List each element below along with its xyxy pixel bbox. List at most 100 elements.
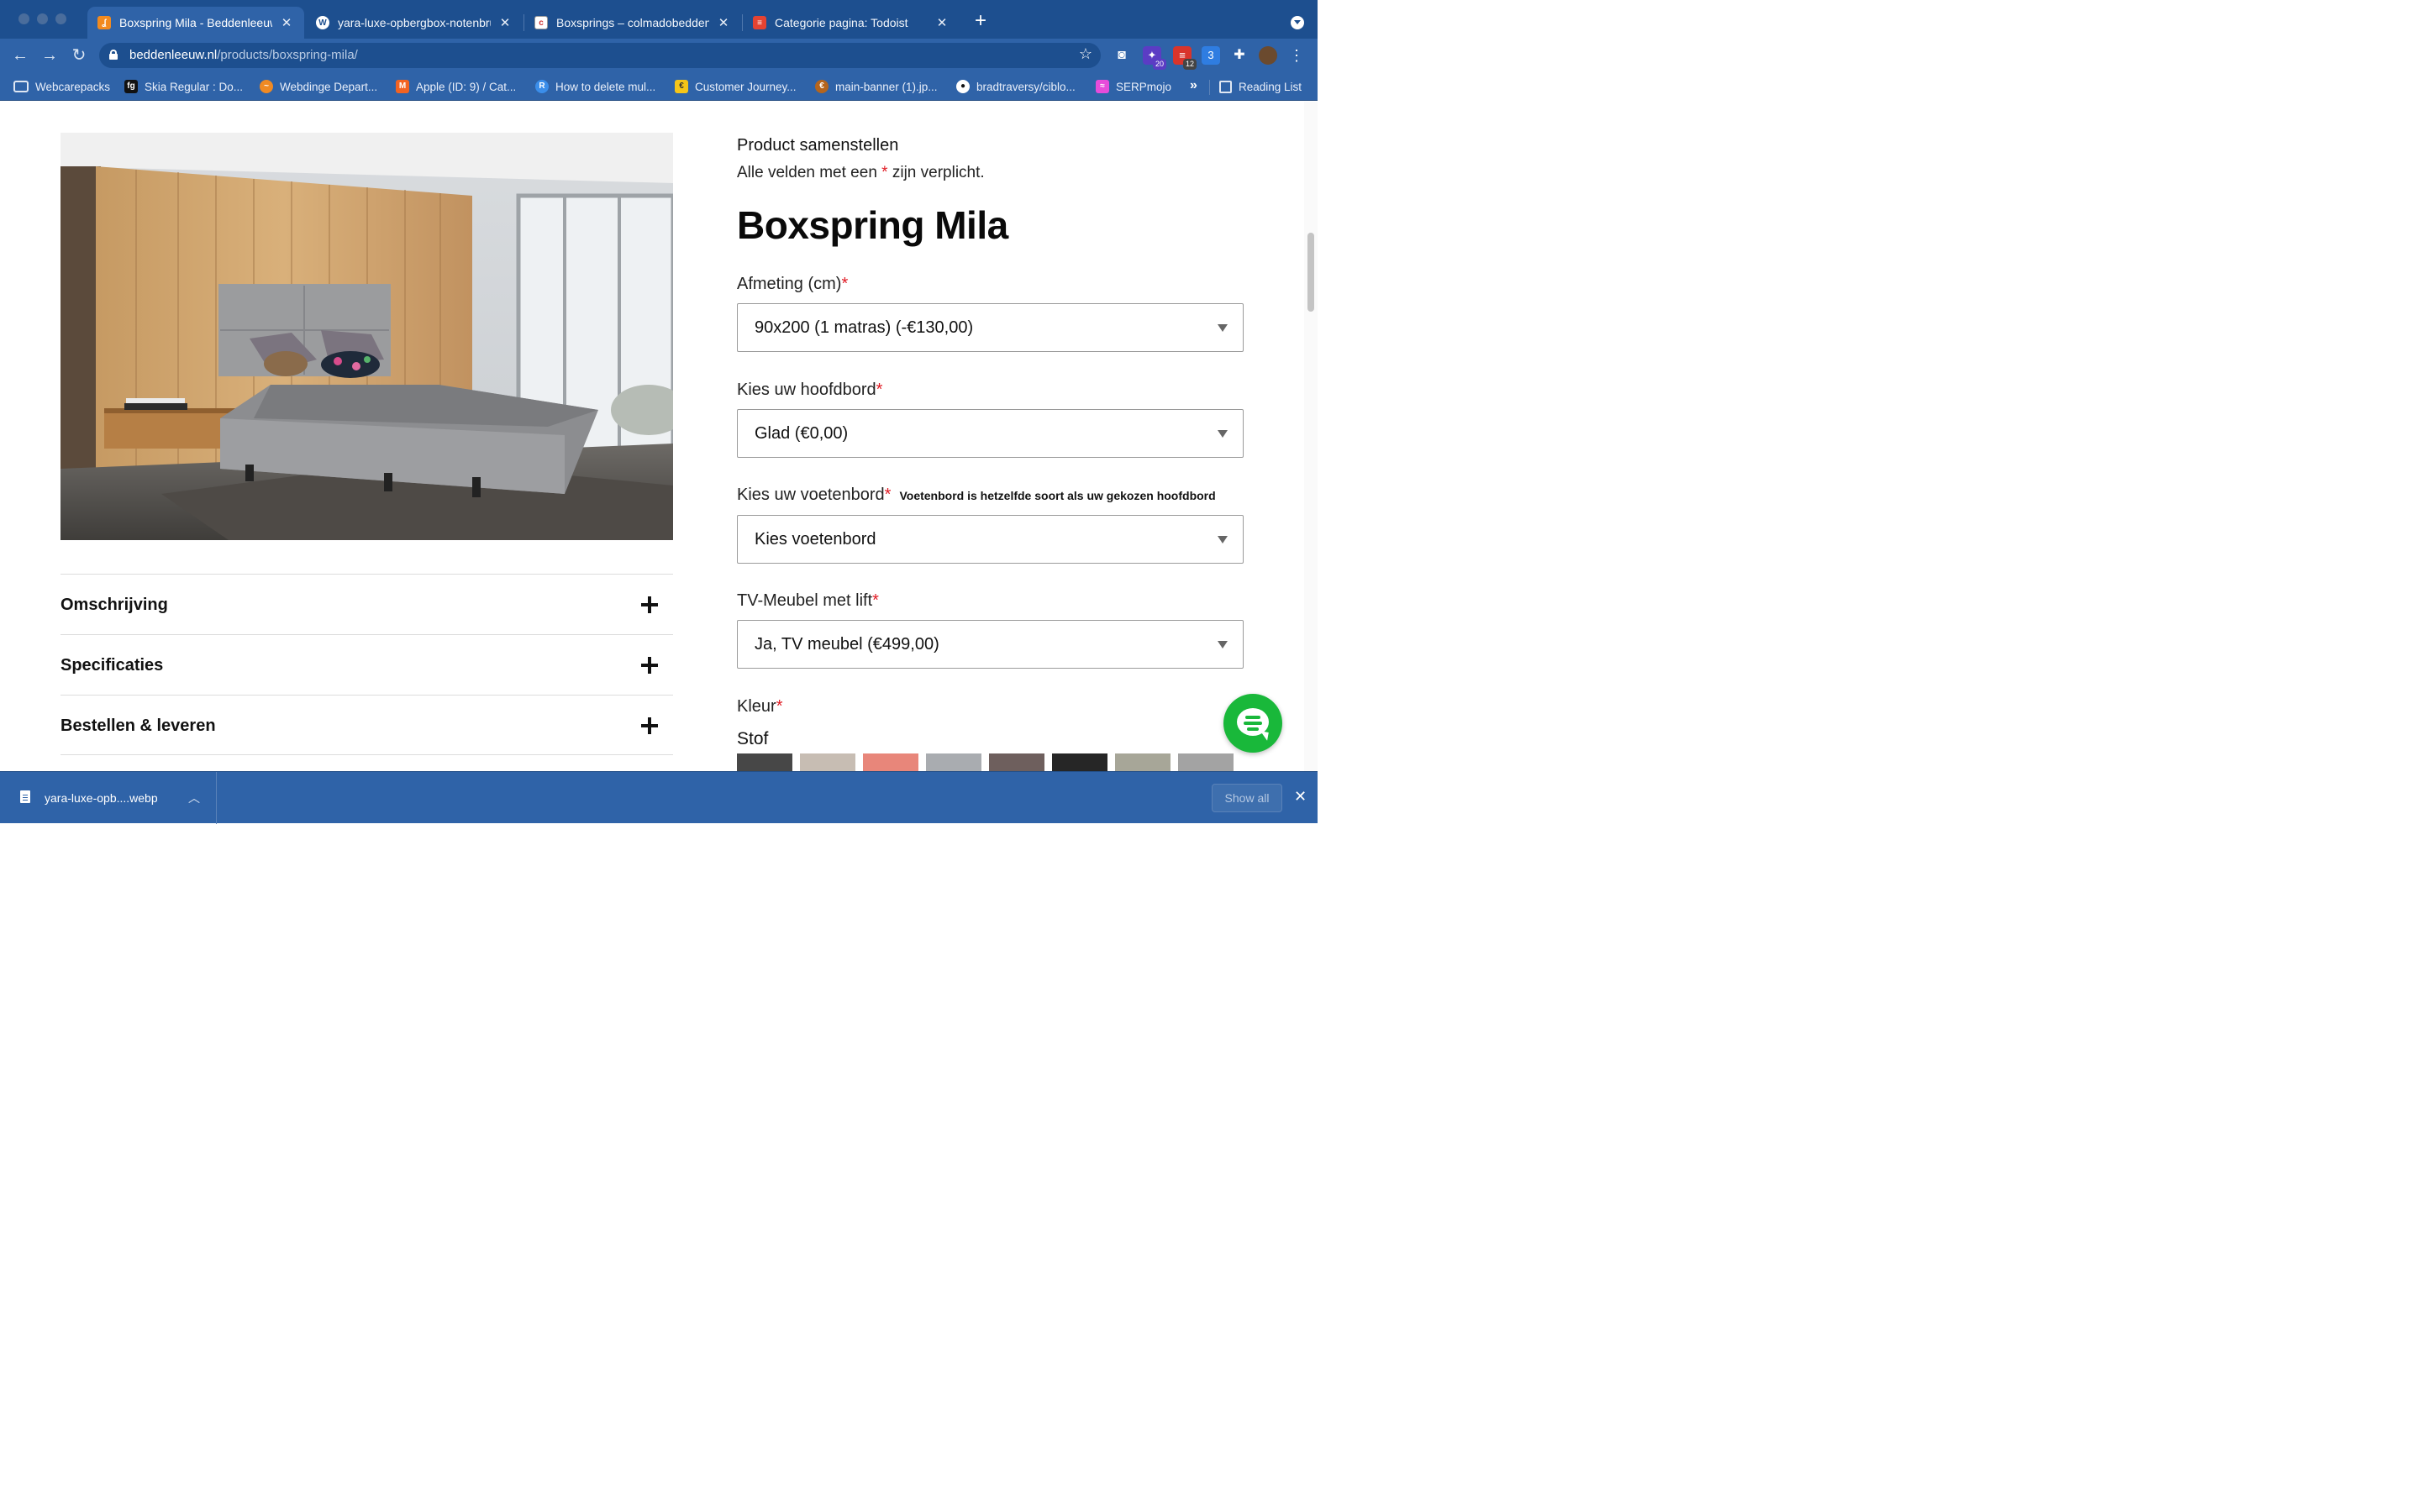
bookmark-main-banner[interactable]: € main-banner (1).jp... <box>815 77 938 96</box>
window-minimize-dot[interactable] <box>37 13 48 24</box>
caret-down-icon <box>1218 430 1228 438</box>
size-select[interactable]: 90x200 (1 matras) (-€130,00) <box>737 303 1244 352</box>
bookmark-label: How to delete mul... <box>555 80 656 93</box>
download-filename: yara-luxe-opb....webp <box>45 791 158 805</box>
footboard-select[interactable]: Kies voetenbord <box>737 515 1244 564</box>
browser-toolbar: ← → ↻ beddenleeuw.nl/products/boxspring-… <box>0 39 1318 72</box>
bookmark-bradtraversy[interactable]: ● bradtraversy/ciblo... <box>956 77 1076 96</box>
color-label: Kleur* <box>737 697 783 717</box>
fg-icon: fg <box>124 80 138 93</box>
product-title: Boxspring Mila <box>737 203 1008 247</box>
tab-title: Categorie pagina: Todoist <box>775 16 908 29</box>
bookmark-how-to-delete[interactable]: R How to delete mul... <box>535 77 655 96</box>
caret-down-icon <box>1218 641 1228 648</box>
bookmarks-divider <box>1209 80 1210 95</box>
fabric-swatch[interactable] <box>989 753 1044 771</box>
headboard-select[interactable]: Glad (€0,00) <box>737 409 1244 458</box>
caret-down-icon <box>1218 536 1228 543</box>
fabric-swatch[interactable] <box>1052 753 1107 771</box>
plus-icon[interactable] <box>641 717 658 734</box>
footboard-hint: Voetenbord is hetzelfde soort als uw gek… <box>899 489 1216 502</box>
window-zoom-dot[interactable] <box>55 13 66 24</box>
accordion-specificaties[interactable]: Specificaties <box>60 634 673 695</box>
bookmark-star-icon[interactable]: ☆ <box>1079 45 1092 63</box>
page-scrollbar[interactable] <box>1304 102 1318 771</box>
reading-list-button[interactable]: Reading List <box>1219 77 1302 96</box>
tv-furniture-select[interactable]: Ja, TV meubel (€499,00) <box>737 620 1244 669</box>
chat-icon-line <box>1247 727 1259 731</box>
address-bar[interactable]: beddenleeuw.nl/products/boxspring-mila/ … <box>99 43 1101 68</box>
extension-badge: 12 <box>1183 59 1197 70</box>
fabric-swatch[interactable] <box>1115 753 1171 771</box>
fabric-swatch[interactable] <box>800 753 855 771</box>
tv-furniture-label: TV-Meubel met lift* <box>737 591 879 611</box>
accordion-omschrijving[interactable]: Omschrijving <box>60 574 673 634</box>
tab-boxspring-mila[interactable]: ʆ Boxspring Mila - Beddenleeuw ✕ <box>87 7 304 39</box>
reading-list-icon <box>1219 80 1232 93</box>
url-host: beddenleeuw.nl <box>129 48 218 62</box>
bookmark-customer-journey[interactable]: € Customer Journey... <box>675 77 797 96</box>
reload-icon[interactable]: ↻ <box>69 45 89 66</box>
forward-arrow-icon[interactable]: → <box>39 45 60 66</box>
tab-title: Boxsprings – colmadobedden.n <box>556 16 709 29</box>
accordion-bestellen-leveren[interactable]: Bestellen & leveren <box>60 695 673 755</box>
tab-colmado[interactable]: c Boxsprings – colmadobedden.n ✕ <box>524 7 741 39</box>
window-close-dot[interactable] <box>18 13 29 24</box>
download-item[interactable]: yara-luxe-opb....webp ︿ <box>0 772 217 824</box>
show-all-button[interactable]: Show all <box>1212 784 1282 812</box>
bookmark-label: Webcarepacks <box>35 80 111 93</box>
fabric-swatch[interactable] <box>863 753 918 771</box>
chat-button[interactable] <box>1223 694 1282 753</box>
required-asterisk: * <box>872 591 879 610</box>
tab-yara-luxe[interactable]: W yara-luxe-opbergbox-notenbru ✕ <box>306 7 523 39</box>
bookmarks-overflow-button[interactable]: » <box>1190 78 1197 93</box>
bookmark-label: main-banner (1).jp... <box>835 80 938 93</box>
accordion-label: Omschrijving <box>60 596 168 614</box>
note-text: Alle velden met een <box>737 164 882 181</box>
new-tab-button[interactable]: + <box>971 11 990 31</box>
fabric-swatch[interactable] <box>737 753 792 771</box>
chevron-up-icon[interactable]: ︿ <box>188 790 200 806</box>
more-menu-icon[interactable]: ⋮ <box>1287 46 1306 65</box>
close-icon[interactable]: ✕ <box>279 15 294 30</box>
bookmark-serpmojo[interactable]: ≈ SERPmojo <box>1096 77 1171 96</box>
tab-title: yara-luxe-opbergbox-notenbru <box>338 16 491 29</box>
bookmark-webcarepacks[interactable]: Webcarepacks <box>13 77 110 96</box>
wizard-extension-icon[interactable]: ✦ 20 <box>1143 46 1166 70</box>
plus-icon[interactable] <box>641 596 658 613</box>
scrollbar-thumb[interactable] <box>1307 233 1314 312</box>
product-info-accordion: Omschrijving Specificaties Bestellen & l… <box>60 574 673 755</box>
tab-title: Boxspring Mila - Beddenleeuw <box>119 16 272 29</box>
reading-list-label: Reading List <box>1239 80 1302 93</box>
bookmark-apple[interactable]: M Apple (ID: 9) / Cat... <box>396 77 516 96</box>
close-icon[interactable]: ✕ <box>497 15 513 30</box>
product-image <box>60 133 673 540</box>
bookmark-webdinge[interactable]: ~ Webdinge Depart... <box>260 77 377 96</box>
close-icon[interactable]: ✕ <box>934 15 950 30</box>
back-arrow-icon[interactable]: ← <box>10 45 30 66</box>
close-icon[interactable]: ✕ <box>716 15 731 30</box>
journey-icon: € <box>675 80 688 93</box>
profile-avatar[interactable] <box>1259 46 1277 65</box>
fabric-swatch[interactable] <box>1178 753 1234 771</box>
calendar-extension-icon[interactable]: 3 <box>1202 46 1220 65</box>
close-icon[interactable]: ✕ <box>1294 788 1307 806</box>
url-text[interactable]: beddenleeuw.nl/products/boxspring-mila/ <box>129 48 358 62</box>
file-icon <box>20 790 30 803</box>
tab-todoist[interactable]: ≡ Categorie pagina: Todoist ✕ <box>743 7 960 39</box>
field-label-text: Kleur <box>737 697 776 716</box>
select-value: Glad (€0,00) <box>755 424 849 443</box>
caret-down-icon <box>1218 324 1228 332</box>
bookmark-label: Apple (ID: 9) / Cat... <box>416 80 517 93</box>
fabric-swatch[interactable] <box>926 753 981 771</box>
banner-icon: € <box>815 80 829 93</box>
bookmark-skia[interactable]: fg Skia Regular : Do... <box>124 77 243 96</box>
puzzle-extensions-icon[interactable]: ✚ <box>1230 46 1249 65</box>
webdinge-icon: ~ <box>260 80 273 93</box>
select-value: 90x200 (1 matras) (-€130,00) <box>755 318 974 337</box>
required-asterisk: * <box>876 381 883 399</box>
plus-icon[interactable] <box>641 657 658 674</box>
tab-search-icon[interactable] <box>1291 16 1304 29</box>
todoist-extension-icon[interactable]: ≡ 12 <box>1173 46 1197 70</box>
camera-extension-icon[interactable]: ◙ <box>1113 46 1131 65</box>
